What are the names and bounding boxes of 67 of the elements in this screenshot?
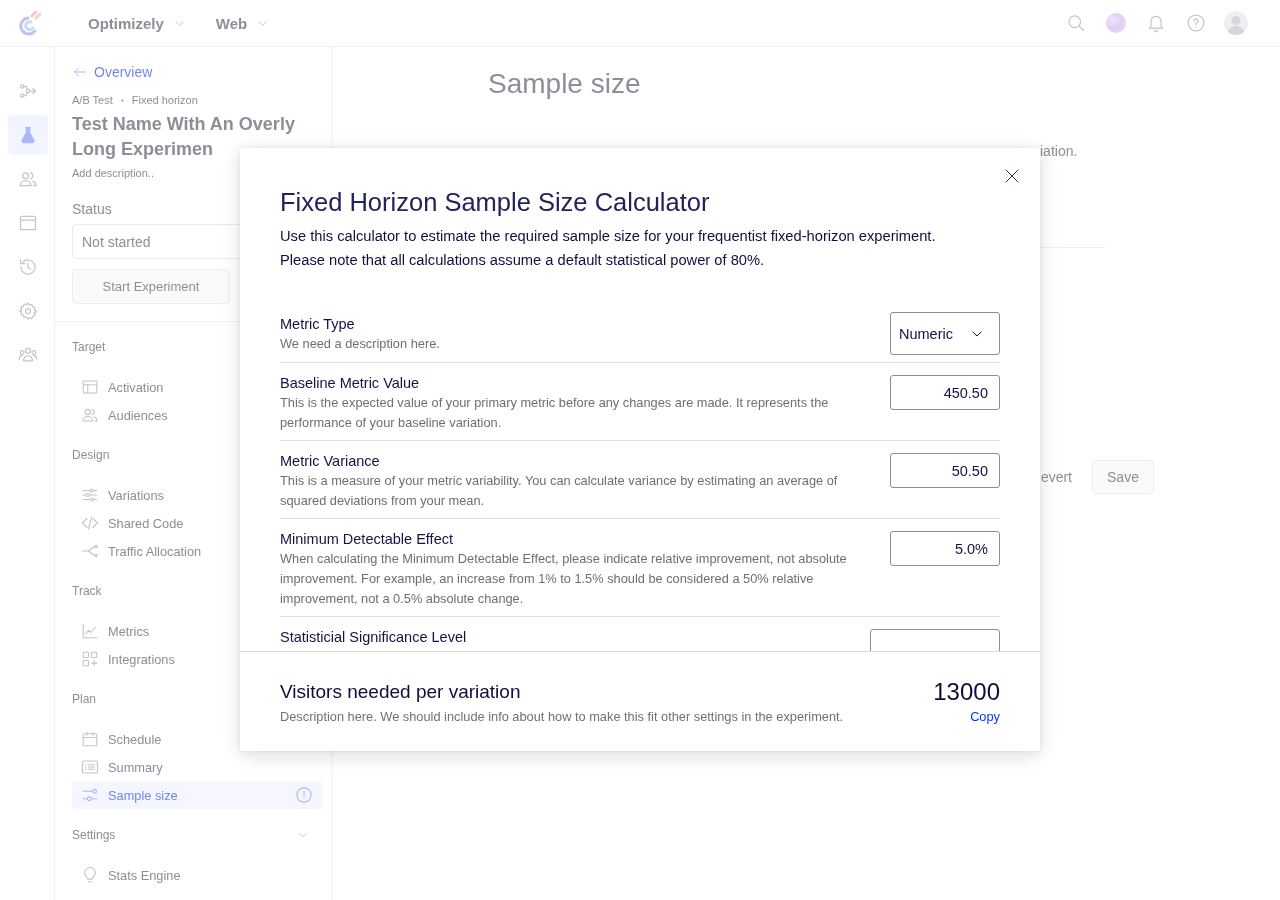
section-heading: Track bbox=[72, 583, 102, 600]
section-heading: Target bbox=[72, 339, 106, 356]
flask-icon bbox=[18, 125, 38, 145]
calendar-icon bbox=[81, 730, 99, 748]
sliders-icon bbox=[81, 486, 99, 504]
field-description: When calculating the Minimum Detectable Effect, please indicate relative improvement, not absolute improvement. For example, an increase from 1% to 1.5% should be considered a 50% relative improvement, not a 0.5% absolute change. bbox=[280, 550, 848, 608]
settings-icon bbox=[18, 301, 38, 321]
modal-title: Fixed Horizon Sample Size Calculator bbox=[280, 187, 711, 218]
flow-icon bbox=[18, 81, 38, 101]
dropdown-field[interactable]: Numeric bbox=[890, 312, 1000, 355]
field-description: This is a measure of your metric variability. You can calculate variance by estimating an average of squared deviations from your mean. bbox=[280, 472, 839, 510]
page-heading: Sample size bbox=[488, 67, 642, 101]
avatar-icon[interactable] bbox=[1224, 11, 1248, 35]
back-link[interactable]: Overview bbox=[72, 62, 153, 82]
nav-item[interactable]: Sample size bbox=[72, 781, 322, 809]
nav-item[interactable]: Summary bbox=[72, 753, 322, 781]
section-heading: Settings bbox=[72, 827, 116, 844]
number-field[interactable]: 5.0% bbox=[890, 531, 1000, 566]
description-text: iation. bbox=[1040, 143, 1078, 159]
breadcrumb-item: Fixed horizon bbox=[131, 93, 198, 108]
result-label: Visitors needed per variation bbox=[280, 680, 522, 704]
line-chart-icon bbox=[81, 622, 99, 640]
experiment-title: Test Name With An Overly Long Experimen bbox=[72, 113, 296, 161]
list-icon bbox=[81, 758, 99, 776]
assistant-orb-icon[interactable] bbox=[1106, 13, 1126, 33]
field-label: Baseline Metric Value bbox=[280, 374, 421, 393]
close-icon[interactable] bbox=[1004, 168, 1020, 184]
rail-button[interactable] bbox=[8, 115, 48, 155]
nav-item[interactable]: Schedule bbox=[72, 725, 322, 753]
field-label: Metric Variance bbox=[280, 452, 381, 471]
description-field[interactable]: Add description.. bbox=[72, 165, 272, 181]
nav-item[interactable]: Stats Engine bbox=[72, 861, 322, 889]
save-button[interactable]: Save bbox=[1092, 460, 1154, 494]
field-label: Minimum Detectable Effect bbox=[280, 530, 454, 549]
users-icon bbox=[18, 169, 38, 189]
number-field[interactable]: 450.50 bbox=[890, 375, 1000, 410]
start-experiment-button[interactable]: Start Experiment bbox=[72, 269, 230, 304]
bell-icon[interactable] bbox=[1146, 13, 1166, 33]
arrow-left-icon bbox=[72, 64, 88, 80]
field-label: Metric Type bbox=[280, 315, 356, 334]
field-description: We need a description here. bbox=[280, 335, 440, 353]
section-heading: Plan bbox=[72, 691, 97, 708]
code-icon bbox=[81, 514, 99, 532]
grid-plus-icon bbox=[81, 650, 99, 668]
result-value: 13000 bbox=[933, 680, 1000, 704]
copy-link[interactable]: Copy bbox=[970, 708, 1000, 726]
menu-dropdown[interactable]: Optimizely bbox=[88, 14, 187, 32]
number-field[interactable]: 50.50 bbox=[890, 453, 1000, 488]
toggle-sliders-icon bbox=[81, 786, 99, 804]
help-icon[interactable] bbox=[1186, 13, 1206, 33]
layout-icon bbox=[81, 378, 99, 396]
section-heading: Design bbox=[72, 447, 110, 464]
menu-dropdown[interactable]: Web bbox=[215, 14, 271, 32]
breadcrumb-item: A/B Test bbox=[72, 93, 113, 108]
logo-icon bbox=[18, 10, 44, 36]
bulb-icon bbox=[81, 866, 99, 884]
history-icon bbox=[18, 257, 38, 277]
browser-window-icon bbox=[18, 213, 38, 233]
field-description: This is the expected value of your primary metric before any changes are made. It represents the performance of your baseline variation. bbox=[280, 394, 830, 432]
search-icon[interactable] bbox=[1066, 13, 1086, 33]
text-button[interactable]: evert bbox=[1040, 469, 1072, 485]
branch-icon bbox=[81, 542, 99, 560]
bullet-icon bbox=[120, 98, 124, 102]
users-icon bbox=[81, 406, 99, 424]
nav-item[interactable]: Integrations bbox=[72, 645, 322, 673]
result-description: Description here. We should include info about how to make this fit other settings in the experiment. bbox=[280, 708, 844, 726]
field-label: Statisticial Significance Level bbox=[280, 628, 467, 647]
